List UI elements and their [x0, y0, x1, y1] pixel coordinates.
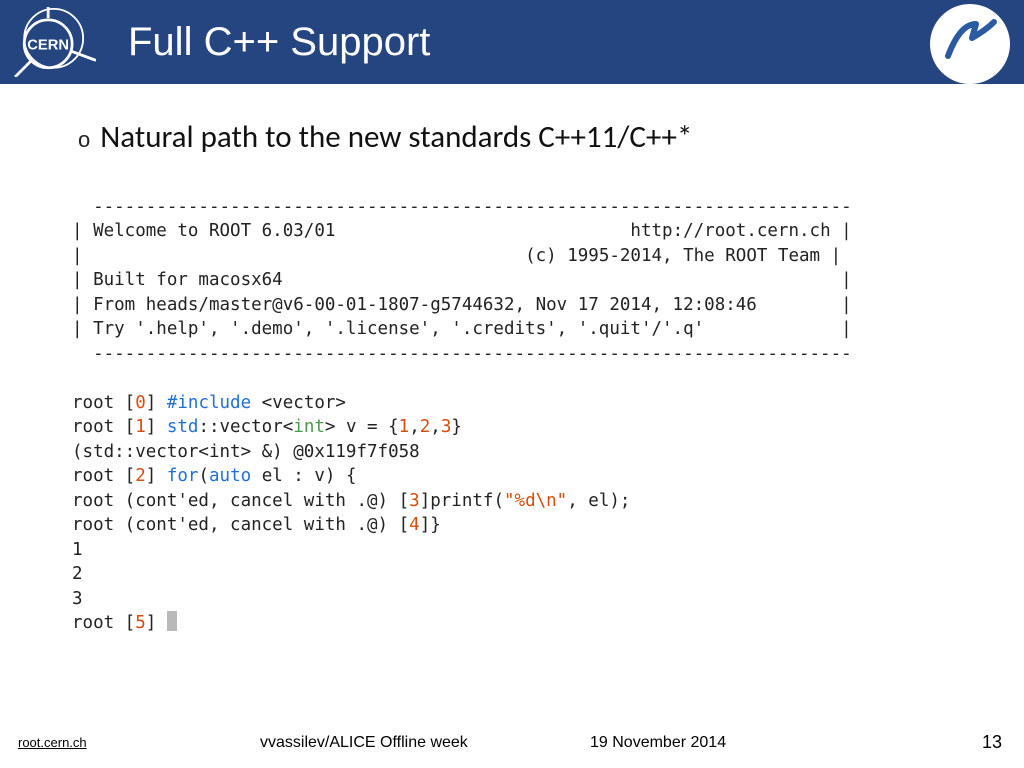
cern-logo: CERN: [0, 0, 100, 84]
term-line: 2: [72, 564, 83, 584]
slide-footer: root.cern.ch vvassilev/ALICE Offline wee…: [0, 735, 1024, 750]
term-line: root [0] #include <vector>: [72, 393, 346, 413]
slide-header: CERN Full C++ Support: [0, 0, 1024, 84]
cursor-icon: [167, 611, 177, 631]
term-line: root (cont'ed, cancel with .@) [3]printf…: [72, 491, 630, 511]
term-line: | From heads/master@v6-00-01-1807-g57446…: [72, 295, 852, 315]
footer-url-link[interactable]: root.cern.ch: [18, 735, 87, 750]
term-line: | Try '.help', '.demo', '.license', '.cr…: [72, 319, 852, 339]
term-line: | (c) 1995-2014, The ROOT Team |: [72, 246, 841, 266]
footer-date: 19 November 2014: [590, 734, 726, 752]
svg-text:CERN: CERN: [27, 37, 69, 53]
term-line: | Built for macosx64 |: [72, 270, 852, 290]
bullet-marker: o: [78, 127, 90, 153]
term-line: root [5]: [72, 613, 177, 633]
term-line: | Welcome to ROOT 6.03/01 http://root.ce…: [72, 221, 852, 241]
term-line: 3: [72, 589, 83, 609]
bullet-item: o Natural path to the new standards C++1…: [60, 118, 964, 156]
term-line: (std::vector<int> &) @0x119f7f058: [72, 442, 420, 462]
bullet-text: Natural path to the new standards C++11/…: [100, 118, 692, 156]
term-line: ----------------------------------------…: [72, 197, 852, 217]
term-line: root [2] for(auto el : v) {: [72, 466, 357, 486]
slide-title: Full C++ Support: [128, 20, 430, 65]
term-line: ----------------------------------------…: [72, 344, 852, 364]
term-line: root [1] std::vector<int> v = {1,2,3}: [72, 417, 462, 437]
slide-body: o Natural path to the new standards C++1…: [0, 84, 1024, 636]
root-logo-icon: [942, 16, 998, 72]
terminal-screenshot: ----------------------------------------…: [72, 170, 964, 636]
term-line: 1: [72, 540, 83, 560]
footer-author: vvassilev/ALICE Offline week: [260, 734, 468, 752]
footer-page-number: 13: [982, 732, 1002, 753]
root-logo: [930, 4, 1010, 84]
cern-logo-icon: CERN: [4, 7, 96, 77]
term-line: root (cont'ed, cancel with .@) [4]}: [72, 515, 441, 535]
